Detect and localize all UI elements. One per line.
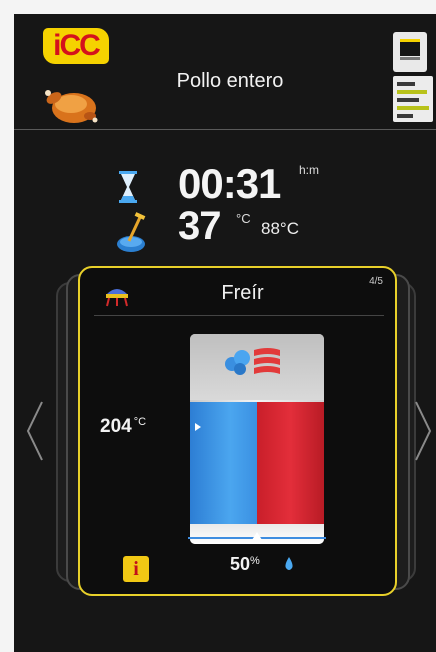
fry-icon — [106, 289, 128, 307]
dry-heat-segment — [190, 402, 257, 524]
core-temperature-unit: °C — [236, 211, 251, 226]
step-header: Freír 4/5 — [80, 268, 395, 316]
icc-logo[interactable]: iCC — [43, 28, 109, 64]
humidity-slider-handle[interactable] — [252, 532, 262, 540]
info-button[interactable]: i — [123, 556, 149, 582]
arrow-right-icon[interactable] — [412, 398, 436, 464]
header: iCC Pollo entero — [14, 14, 436, 130]
cooking-screen: iCC Pollo entero 00:31 h:m 37 °C 88°C Fr… — [14, 14, 436, 652]
header-divider — [14, 129, 436, 130]
humidity-value[interactable]: 50% — [230, 554, 260, 575]
target-core-temperature[interactable]: 88°C — [261, 219, 299, 239]
chicken-icon[interactable] — [42, 78, 100, 128]
step-header-divider — [94, 315, 384, 316]
drop-icon — [285, 557, 293, 570]
humidity-slider[interactable] — [188, 532, 326, 542]
step-name: Freír — [221, 282, 264, 304]
program-title: Pollo entero — [176, 70, 284, 92]
temperature-marker — [195, 423, 201, 431]
cabinet-icon[interactable] — [393, 32, 427, 72]
cooking-step-card[interactable]: Freír 4/5 204 °C i 50% — [78, 266, 397, 596]
arrow-left-icon[interactable] — [22, 398, 46, 464]
hourglass-icon[interactable] — [118, 171, 138, 203]
steam-icon — [225, 348, 280, 375]
cabinet-temperature[interactable]: 204 °C — [100, 416, 146, 438]
humidity-segment — [257, 402, 324, 524]
core-temperature[interactable]: 37 — [178, 204, 221, 249]
time-unit: h:m — [299, 163, 320, 177]
cooking-time[interactable]: 00:31 — [178, 160, 281, 208]
program-list-icon[interactable] — [393, 76, 433, 122]
climate-gauge[interactable] — [190, 334, 324, 544]
gauge-fill — [190, 402, 324, 524]
step-counter: 4/5 — [369, 276, 383, 287]
core-probe-icon[interactable] — [115, 210, 155, 254]
